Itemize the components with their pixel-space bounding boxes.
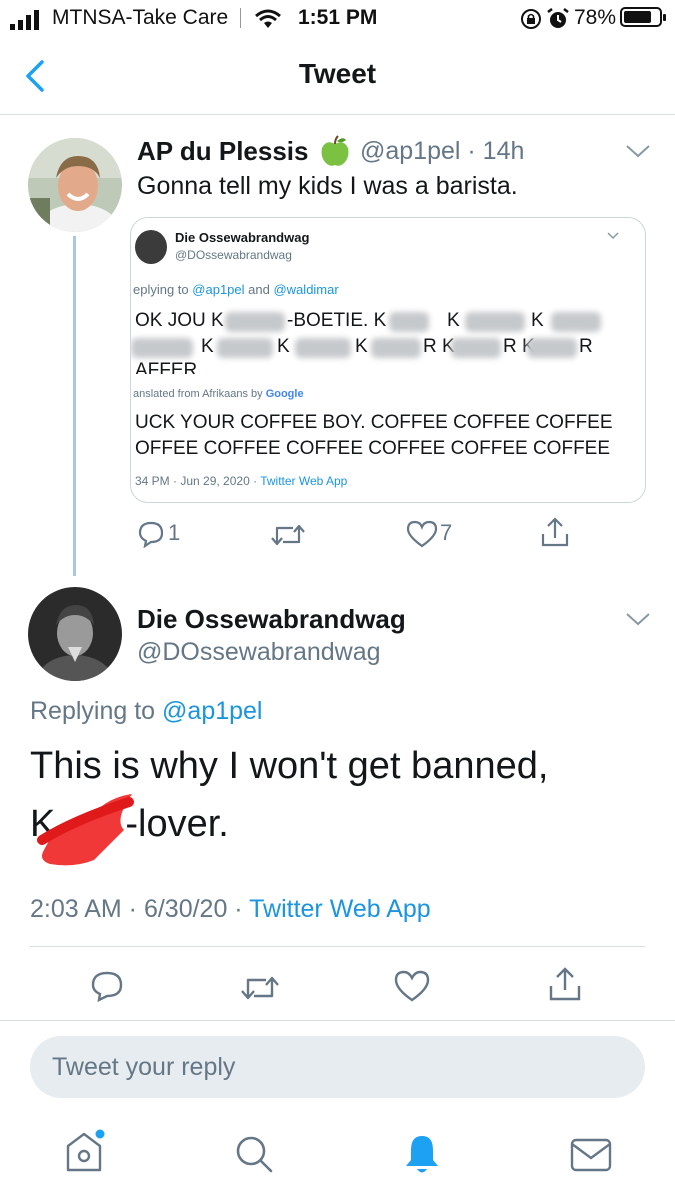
reply-text-end: -lover. bbox=[125, 803, 229, 845]
home-icon[interactable] bbox=[64, 1128, 108, 1174]
tweet-text: Gonna tell my kids I was a barista. bbox=[137, 172, 518, 200]
redaction-blur bbox=[131, 338, 193, 358]
status-time: 1:51 PM bbox=[298, 6, 378, 29]
quoted-translated-line: anslated from Afrikaans by Google bbox=[133, 388, 304, 400]
reply-input-placeholder: Tweet your reply bbox=[52, 1053, 236, 1081]
green-apple-icon bbox=[321, 135, 349, 166]
avatar-die-ossewabrandwag[interactable] bbox=[28, 587, 122, 681]
redaction-blur bbox=[465, 312, 525, 332]
divider bbox=[30, 946, 645, 947]
wifi-icon bbox=[255, 9, 281, 28]
divider bbox=[0, 1020, 675, 1021]
redaction-blur bbox=[451, 338, 501, 358]
replying-to: Replying to @ap1pel bbox=[30, 697, 262, 726]
replying-prefix: Replying to bbox=[30, 697, 156, 725]
quoted-replying-line: eplying to @ap1pel and @waldimar bbox=[133, 282, 339, 297]
handle-text[interactable]: @ap1pel bbox=[360, 137, 460, 165]
like-icon[interactable] bbox=[394, 970, 430, 1002]
header-divider bbox=[0, 114, 675, 115]
quoted-image[interactable]: Die Ossewabrandwag @DOssewabrandwag eply… bbox=[130, 217, 646, 503]
redaction-blur bbox=[217, 338, 273, 358]
redaction-blur bbox=[389, 312, 429, 332]
quoted-avatar bbox=[135, 230, 167, 264]
quoted-line2-a: K bbox=[201, 336, 214, 357]
reply-source-link[interactable]: Twitter Web App bbox=[249, 895, 431, 923]
notifications-bell-icon[interactable] bbox=[402, 1132, 442, 1176]
reply-input[interactable]: Tweet your reply bbox=[30, 1036, 645, 1098]
quoted-line2-d: R K bbox=[423, 336, 455, 357]
quoted-line2-f: R bbox=[579, 336, 593, 357]
reply-text-line1: This is why I won't get banned, bbox=[30, 745, 549, 787]
reply-icon[interactable] bbox=[137, 520, 165, 548]
chevron-down-icon[interactable] bbox=[625, 142, 651, 160]
reply-icon[interactable] bbox=[90, 970, 124, 1002]
quoted-line2-c: K bbox=[355, 336, 368, 357]
search-icon[interactable] bbox=[234, 1134, 274, 1174]
quoted-line1-b: -BOETIE. K bbox=[287, 310, 387, 331]
replying-user-link[interactable]: @ap1pel bbox=[162, 697, 262, 725]
quoted-meta-time: 34 PM · Jun 29, 2020 · bbox=[135, 474, 258, 488]
quoted-line1-a: OK JOU K bbox=[135, 310, 224, 331]
page-title: Tweet bbox=[298, 58, 377, 89]
reply-author-handle[interactable]: @DOssewabrandwag bbox=[137, 638, 381, 667]
carrier-name: MTNSA-Take Care bbox=[52, 6, 229, 29]
quoted-line2-b: K bbox=[277, 336, 290, 357]
redaction-blur bbox=[295, 338, 351, 358]
quoted-line1-c: K bbox=[447, 310, 460, 331]
google-logo-text: Google bbox=[265, 388, 304, 400]
chevron-down-icon[interactable] bbox=[625, 610, 651, 628]
quoted-replying-and: and bbox=[248, 282, 270, 297]
share-icon[interactable] bbox=[540, 516, 570, 548]
like-count: 7 bbox=[440, 520, 453, 545]
quoted-replying-prefix: eplying to bbox=[133, 282, 189, 297]
battery-percent: 78% bbox=[574, 6, 617, 29]
carrier-divider bbox=[240, 8, 241, 28]
quoted-chevron-icon bbox=[607, 232, 619, 240]
redaction-blur bbox=[225, 312, 285, 332]
quoted-replying-user2: @waldimar bbox=[273, 282, 339, 297]
thread-connector-line bbox=[73, 236, 76, 576]
reply-author-name[interactable]: Die Ossewabrandwag bbox=[137, 604, 406, 635]
status-bar: MTNSA-Take Care 1:51 PM 78% bbox=[0, 0, 675, 38]
redaction-blur bbox=[551, 312, 601, 332]
tweet-author-name[interactable]: AP du Plessis bbox=[137, 136, 309, 167]
orientation-lock-icon bbox=[521, 9, 541, 29]
red-scribble-redaction bbox=[37, 794, 134, 866]
quoted-meta: 34 PM · Jun 29, 2020 · Twitter Web App bbox=[135, 474, 347, 488]
reply-timestamp-line: 2:03 AM · 6/30/20 · Twitter Web App bbox=[30, 895, 431, 924]
quoted-line3: AFFER bbox=[135, 360, 198, 374]
quoted-author-handle: @DOssewabrandwag bbox=[175, 248, 292, 262]
reply-count: 1 bbox=[168, 520, 181, 545]
messages-envelope-icon[interactable] bbox=[570, 1138, 612, 1172]
translated-prefix: anslated from Afrikaans by bbox=[133, 388, 263, 400]
translation-line2: OFFEE COFFEE COFFEE COFFEE COFFEE COFFEE bbox=[135, 438, 611, 459]
tweet-author-handle[interactable]: @ap1pel · 14h bbox=[360, 137, 524, 166]
retweet-icon[interactable] bbox=[270, 522, 306, 548]
redaction-blur bbox=[371, 338, 421, 358]
reply-timestamp: 2:03 AM · 6/30/20 · bbox=[30, 895, 243, 923]
quoted-author-name: Die Ossewabrandwag bbox=[175, 230, 310, 245]
redaction-blur bbox=[527, 338, 577, 358]
signal-icon bbox=[10, 10, 39, 30]
battery-icon bbox=[620, 7, 666, 27]
quoted-replying-user1: @ap1pel bbox=[192, 282, 245, 297]
avatar-ap-du-plessis[interactable] bbox=[28, 138, 122, 232]
like-icon[interactable] bbox=[406, 520, 438, 548]
tweet-age: · 14h bbox=[467, 137, 525, 165]
retweet-icon[interactable] bbox=[240, 974, 280, 1002]
quoted-line1-d: K bbox=[531, 310, 544, 331]
quoted-meta-app: Twitter Web App bbox=[260, 474, 348, 488]
alarm-icon bbox=[547, 8, 569, 28]
translation-line1: UCK YOUR COFFEE BOY. COFFEE COFFEE COFFE… bbox=[135, 412, 613, 433]
share-icon[interactable] bbox=[548, 966, 582, 1002]
